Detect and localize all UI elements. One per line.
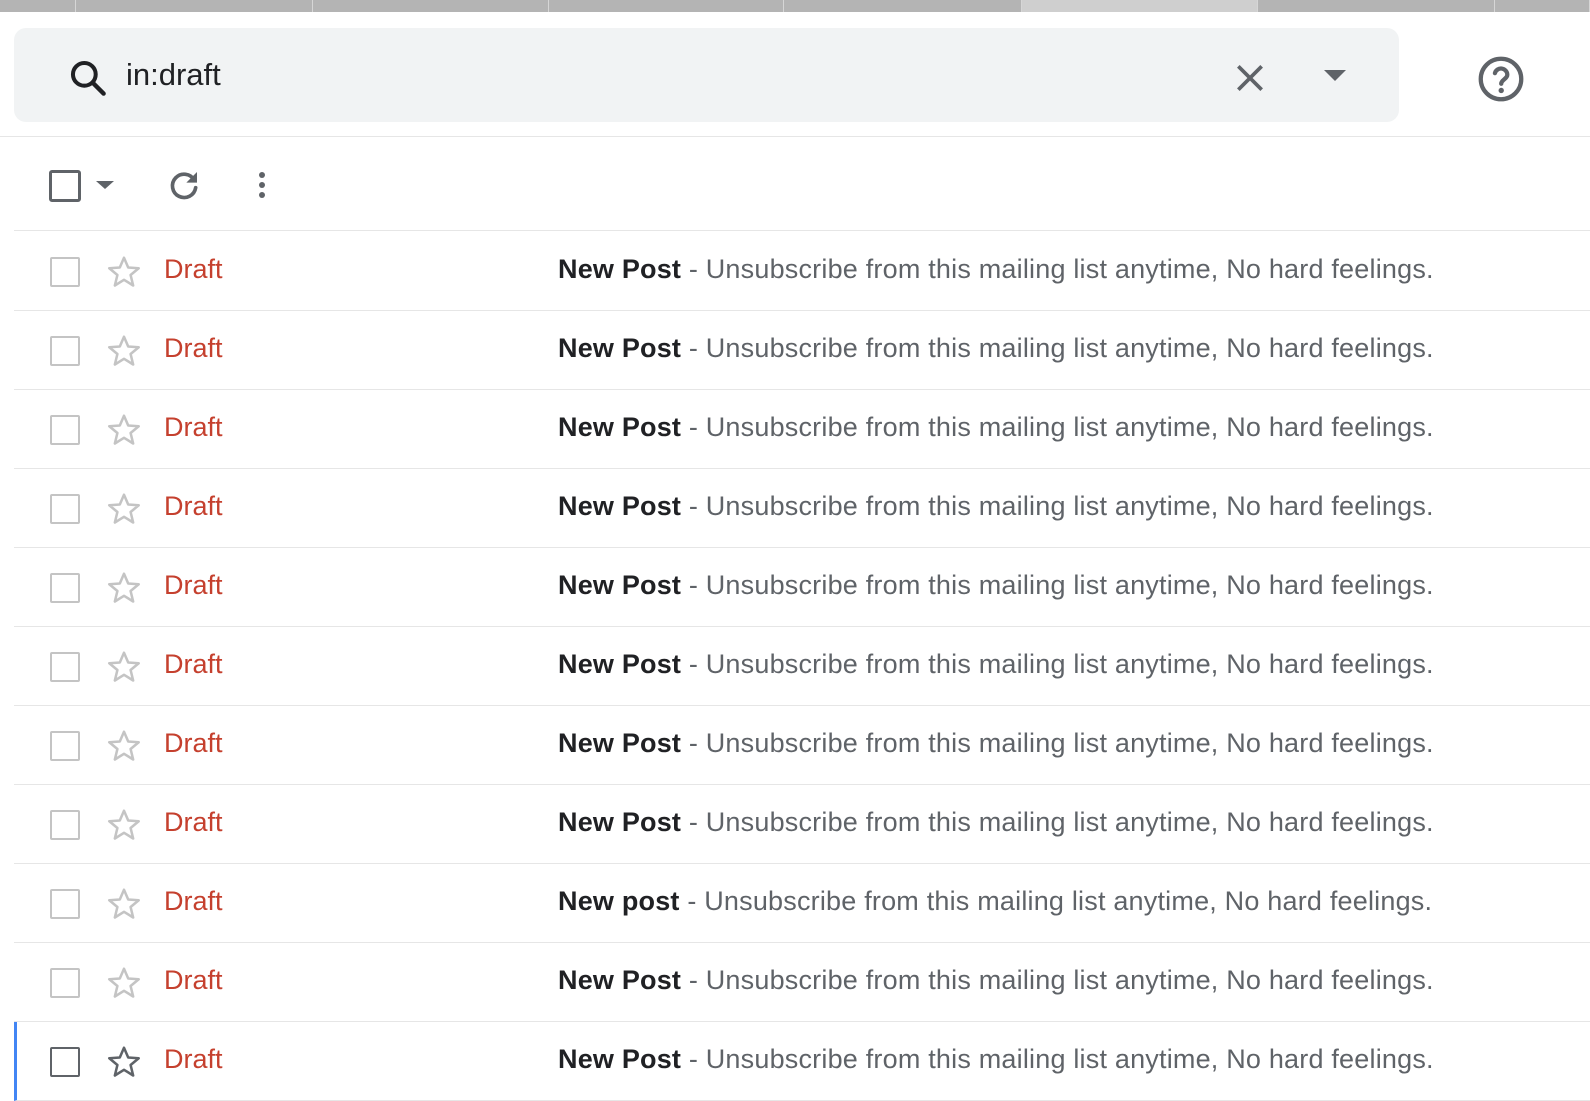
message-row[interactable]: Draft New Post - Unsubscribe from this m… xyxy=(14,785,1590,864)
message-line: New Post - Unsubscribe from this mailing… xyxy=(558,1044,1434,1075)
browser-tab[interactable] xyxy=(1495,0,1590,12)
message-line: New Post - Unsubscribe from this mailing… xyxy=(558,491,1434,522)
message-row[interactable]: Draft New Post - Unsubscribe from this m… xyxy=(14,548,1590,627)
row-checkbox[interactable] xyxy=(50,731,80,761)
search-icon[interactable] xyxy=(66,56,110,100)
message-line: New Post - Unsubscribe from this mailing… xyxy=(558,728,1434,759)
sender-label: Draft xyxy=(164,491,223,521)
refresh-icon[interactable] xyxy=(164,166,204,206)
message-line: New Post - Unsubscribe from this mailing… xyxy=(558,807,1434,838)
row-checkbox[interactable] xyxy=(50,652,80,682)
message-row[interactable]: Draft New Post - Unsubscribe from this m… xyxy=(14,943,1590,1022)
message-subject: New Post xyxy=(558,728,682,758)
row-checkbox[interactable] xyxy=(50,968,80,998)
message-subject: New Post xyxy=(558,570,682,600)
message-line: New Post - Unsubscribe from this mailing… xyxy=(558,254,1434,285)
search-bar xyxy=(14,28,1399,122)
star-icon[interactable] xyxy=(106,807,142,843)
row-checkbox[interactable] xyxy=(50,415,80,445)
message-row[interactable]: Draft New Post - Unsubscribe from this m… xyxy=(14,469,1590,548)
row-checkbox[interactable] xyxy=(50,336,80,366)
message-row[interactable]: Draft New post - Unsubscribe from this m… xyxy=(14,864,1590,943)
message-line: New Post - Unsubscribe from this mailing… xyxy=(558,649,1434,680)
message-subject: New Post xyxy=(558,649,682,679)
row-checkbox[interactable] xyxy=(50,494,80,524)
star-icon[interactable] xyxy=(106,333,142,369)
sender-label: Draft xyxy=(164,965,223,995)
star-icon[interactable] xyxy=(106,254,142,290)
row-checkbox[interactable] xyxy=(50,889,80,919)
star-icon[interactable] xyxy=(106,728,142,764)
message-subject: New Post xyxy=(558,965,682,995)
row-checkbox[interactable] xyxy=(50,573,80,603)
star-icon[interactable] xyxy=(106,965,142,1001)
message-line: New Post - Unsubscribe from this mailing… xyxy=(558,412,1434,443)
sender-label: Draft xyxy=(164,254,223,284)
message-snippet: - Unsubscribe from this mailing list any… xyxy=(681,965,1434,995)
browser-tab[interactable] xyxy=(313,0,549,12)
sender-label: Draft xyxy=(164,1044,223,1074)
star-icon[interactable] xyxy=(106,412,142,448)
message-snippet: - Unsubscribe from this mailing list any… xyxy=(681,412,1434,442)
message-snippet: - Unsubscribe from this mailing list any… xyxy=(681,728,1434,758)
select-all-checkbox[interactable] xyxy=(49,170,81,202)
browser-tab[interactable] xyxy=(784,0,1022,12)
message-list: Draft New Post - Unsubscribe from this m… xyxy=(14,232,1590,1101)
star-icon[interactable] xyxy=(106,886,142,922)
message-snippet: - Unsubscribe from this mailing list any… xyxy=(681,491,1434,521)
sender-label: Draft xyxy=(164,333,223,363)
browser-tab-strip xyxy=(0,0,1590,12)
sender-label: Draft xyxy=(164,412,223,442)
browser-tab[interactable] xyxy=(549,0,784,12)
sender-label: Draft xyxy=(164,728,223,758)
message-subject: New Post xyxy=(558,1044,682,1074)
message-row[interactable]: Draft New Post - Unsubscribe from this m… xyxy=(14,627,1590,706)
message-row[interactable]: Draft New Post - Unsubscribe from this m… xyxy=(14,232,1590,311)
star-icon[interactable] xyxy=(106,1044,142,1080)
browser-tab[interactable] xyxy=(0,0,76,12)
message-row-focused[interactable]: Draft New Post - Unsubscribe from this m… xyxy=(14,1022,1590,1101)
list-toolbar xyxy=(14,138,1590,231)
message-line: New post - Unsubscribe from this mailing… xyxy=(558,886,1432,917)
message-subject: New Post xyxy=(558,807,682,837)
star-icon[interactable] xyxy=(106,649,142,685)
message-row[interactable]: Draft New Post - Unsubscribe from this m… xyxy=(14,390,1590,469)
message-subject: New Post xyxy=(558,491,682,521)
close-icon[interactable] xyxy=(1230,58,1270,98)
browser-tab[interactable] xyxy=(1258,0,1495,12)
more-vertical-icon[interactable] xyxy=(248,166,276,206)
star-icon[interactable] xyxy=(106,570,142,606)
row-checkbox[interactable] xyxy=(50,810,80,840)
row-checkbox[interactable] xyxy=(50,1047,80,1077)
message-snippet: - Unsubscribe from this mailing list any… xyxy=(681,1044,1434,1074)
search-header xyxy=(0,12,1590,137)
message-subject: New Post xyxy=(558,412,682,442)
chevron-down-icon[interactable] xyxy=(94,178,116,192)
search-input[interactable] xyxy=(126,50,1186,100)
star-icon[interactable] xyxy=(106,491,142,527)
message-line: New Post - Unsubscribe from this mailing… xyxy=(558,570,1434,601)
browser-tab-active[interactable] xyxy=(1022,0,1258,12)
sender-label: Draft xyxy=(164,807,223,837)
message-row[interactable]: Draft New Post - Unsubscribe from this m… xyxy=(14,706,1590,785)
row-checkbox[interactable] xyxy=(50,257,80,287)
sender-label: Draft xyxy=(164,649,223,679)
message-row[interactable]: Draft New Post - Unsubscribe from this m… xyxy=(14,311,1590,390)
message-snippet: - Unsubscribe from this mailing list any… xyxy=(681,570,1434,600)
caret-down-icon[interactable] xyxy=(1320,66,1350,86)
message-snippet: - Unsubscribe from this mailing list any… xyxy=(681,807,1434,837)
message-snippet: - Unsubscribe from this mailing list any… xyxy=(681,254,1434,284)
message-line: New Post - Unsubscribe from this mailing… xyxy=(558,965,1434,996)
sender-label: Draft xyxy=(164,570,223,600)
help-circle-icon[interactable] xyxy=(1474,52,1528,106)
browser-tab[interactable] xyxy=(76,0,313,12)
message-subject: New Post xyxy=(558,254,682,284)
message-subject: New Post xyxy=(558,333,682,363)
message-snippet: - Unsubscribe from this mailing list any… xyxy=(681,649,1434,679)
message-subject: New post xyxy=(558,886,680,916)
message-snippet: - Unsubscribe from this mailing list any… xyxy=(679,886,1433,916)
message-snippet: - Unsubscribe from this mailing list any… xyxy=(681,333,1434,363)
message-line: New Post - Unsubscribe from this mailing… xyxy=(558,333,1434,364)
sender-label: Draft xyxy=(164,886,223,916)
